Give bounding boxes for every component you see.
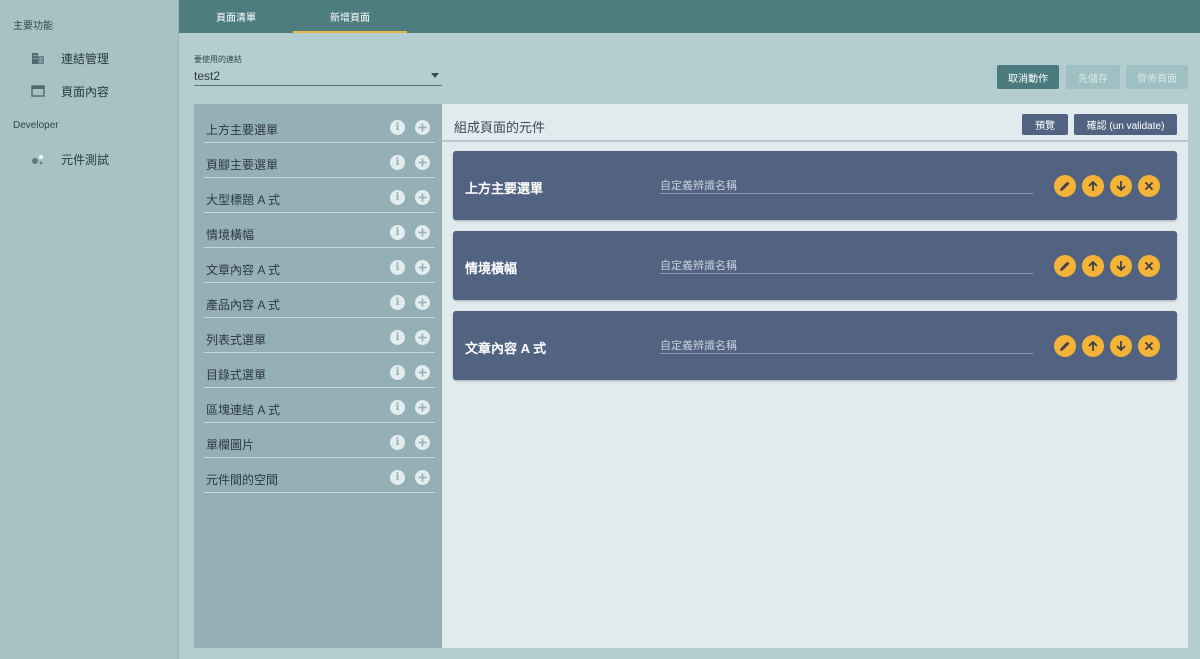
custom-name-field-wrapper [660, 256, 1033, 275]
list-item: 產品內容 A 式 i [204, 283, 435, 318]
save-draft-button[interactable]: 先儲存 [1066, 65, 1120, 89]
connection-select[interactable]: test2 [194, 66, 442, 86]
connection-select-label: 要使用的連結 [194, 55, 242, 64]
close-icon[interactable] [1138, 175, 1160, 197]
plus-icon[interactable] [415, 120, 430, 135]
custom-name-input[interactable] [660, 177, 1033, 195]
edit-pencil-icon[interactable] [1054, 255, 1076, 277]
component-label: 目錄式選單 [206, 368, 267, 382]
component-label: 單欄圖片 [206, 438, 255, 452]
arrow-up-icon[interactable] [1082, 255, 1104, 277]
component-label: 頁腳主要選單 [206, 158, 279, 172]
info-icon[interactable]: i [390, 225, 405, 240]
component-card: 文章內容 A 式 [453, 311, 1177, 380]
edit-pencil-icon[interactable] [1054, 335, 1076, 357]
sidebar-item-label: 元件測試 [61, 152, 110, 167]
edit-pencil-icon[interactable] [1054, 175, 1076, 197]
info-icon[interactable]: i [390, 295, 405, 310]
sidebar-section-developer: Developer [13, 120, 59, 131]
arrow-down-icon[interactable] [1110, 335, 1132, 357]
sidebar-section-main: 主要功能 [13, 21, 53, 32]
list-item: 文章內容 A 式 i [204, 248, 435, 283]
plus-icon[interactable] [415, 330, 430, 345]
info-icon[interactable]: i [390, 190, 405, 205]
component-card-title: 文章內容 A 式 [465, 341, 547, 356]
confirm-button[interactable]: 確認 (un validate) [1074, 114, 1177, 135]
composer-header: 組成頁面的元件 預覽 確認 (un validate) [442, 104, 1188, 142]
connection-select-value: test2 [194, 69, 221, 83]
plus-icon[interactable] [415, 470, 430, 485]
custom-name-input[interactable] [660, 257, 1033, 275]
info-icon[interactable]: i [390, 400, 405, 415]
component-list: 上方主要選單 i 頁腳主要選單 i 大型標題 A 式 i 情境橫幅 i 文章內容… [194, 104, 442, 648]
building-icon [31, 51, 45, 65]
list-item: 上方主要選單 i [204, 108, 435, 143]
component-label: 文章內容 A 式 [206, 263, 281, 277]
info-icon[interactable]: i [390, 435, 405, 450]
component-label: 元件間的空間 [206, 473, 279, 487]
list-item: 區塊連結 A 式 i [204, 388, 435, 423]
list-item: 頁腳主要選單 i [204, 143, 435, 178]
plus-icon[interactable] [415, 295, 430, 310]
component-label: 上方主要選單 [206, 123, 279, 137]
close-icon[interactable] [1138, 255, 1160, 277]
component-card: 情境橫幅 [453, 231, 1177, 300]
plus-icon[interactable] [415, 400, 430, 415]
list-item: 元件間的空間 i [204, 458, 435, 493]
list-item: 情境橫幅 i [204, 213, 435, 248]
plus-icon[interactable] [415, 155, 430, 170]
plus-icon[interactable] [415, 260, 430, 275]
tab-new-page[interactable]: 新增頁面 [293, 0, 407, 33]
plus-icon[interactable] [415, 435, 430, 450]
component-label: 產品內容 A 式 [206, 298, 281, 312]
component-label: 區塊連結 A 式 [206, 403, 281, 417]
publish-page-button[interactable]: 發佈頁面 [1126, 65, 1188, 89]
page-composer: 組成頁面的元件 預覽 確認 (un validate) 上方主要選單 情境橫幅 … [442, 104, 1188, 648]
preview-button[interactable]: 預覽 [1022, 114, 1068, 135]
info-icon[interactable]: i [390, 155, 405, 170]
list-item: 單欄圖片 i [204, 423, 435, 458]
sidebar-item-component-test[interactable]: 元件測試 [0, 146, 179, 172]
cancel-button[interactable]: 取消動作 [997, 65, 1059, 89]
component-label: 列表式選單 [206, 333, 267, 347]
plus-icon[interactable] [415, 225, 430, 240]
arrow-down-icon[interactable] [1110, 255, 1132, 277]
arrow-down-icon[interactable] [1110, 175, 1132, 197]
bubbles-icon [31, 152, 45, 166]
info-icon[interactable]: i [390, 365, 405, 380]
custom-name-input[interactable] [660, 337, 1033, 355]
custom-name-field-wrapper [660, 336, 1033, 355]
info-icon[interactable]: i [390, 470, 405, 485]
plus-icon[interactable] [415, 365, 430, 380]
arrow-up-icon[interactable] [1082, 175, 1104, 197]
component-label: 情境橫幅 [206, 228, 255, 242]
top-tab-bar: 頁面清單 新增頁面 [179, 0, 1200, 33]
list-item: 大型標題 A 式 i [204, 178, 435, 213]
component-label: 大型標題 A 式 [206, 193, 281, 207]
caret-down-icon [431, 73, 439, 78]
sidebar-item-label: 連結管理 [61, 51, 110, 66]
list-item: 目錄式選單 i [204, 353, 435, 388]
list-item: 列表式選單 i [204, 318, 435, 353]
arrow-up-icon[interactable] [1082, 335, 1104, 357]
sidebar-item-links[interactable]: 連結管理 [0, 45, 179, 71]
info-icon[interactable]: i [390, 330, 405, 345]
tab-page-list[interactable]: 頁面清單 [179, 0, 293, 33]
close-icon[interactable] [1138, 335, 1160, 357]
browser-window-icon [31, 84, 45, 98]
sidebar-item-page-content[interactable]: 頁面內容 [0, 78, 179, 104]
info-icon[interactable]: i [390, 120, 405, 135]
sidebar-item-label: 頁面內容 [61, 84, 110, 99]
component-card-title: 情境橫幅 [465, 261, 518, 276]
custom-name-field-wrapper [660, 176, 1033, 195]
component-card: 上方主要選單 [453, 151, 1177, 220]
component-card-title: 上方主要選單 [465, 181, 544, 196]
composer-title: 組成頁面的元件 [454, 120, 546, 135]
plus-icon[interactable] [415, 190, 430, 205]
info-icon[interactable]: i [390, 260, 405, 275]
sidebar: 主要功能 連結管理 頁面內容 Developer 元件測試 [0, 0, 179, 659]
